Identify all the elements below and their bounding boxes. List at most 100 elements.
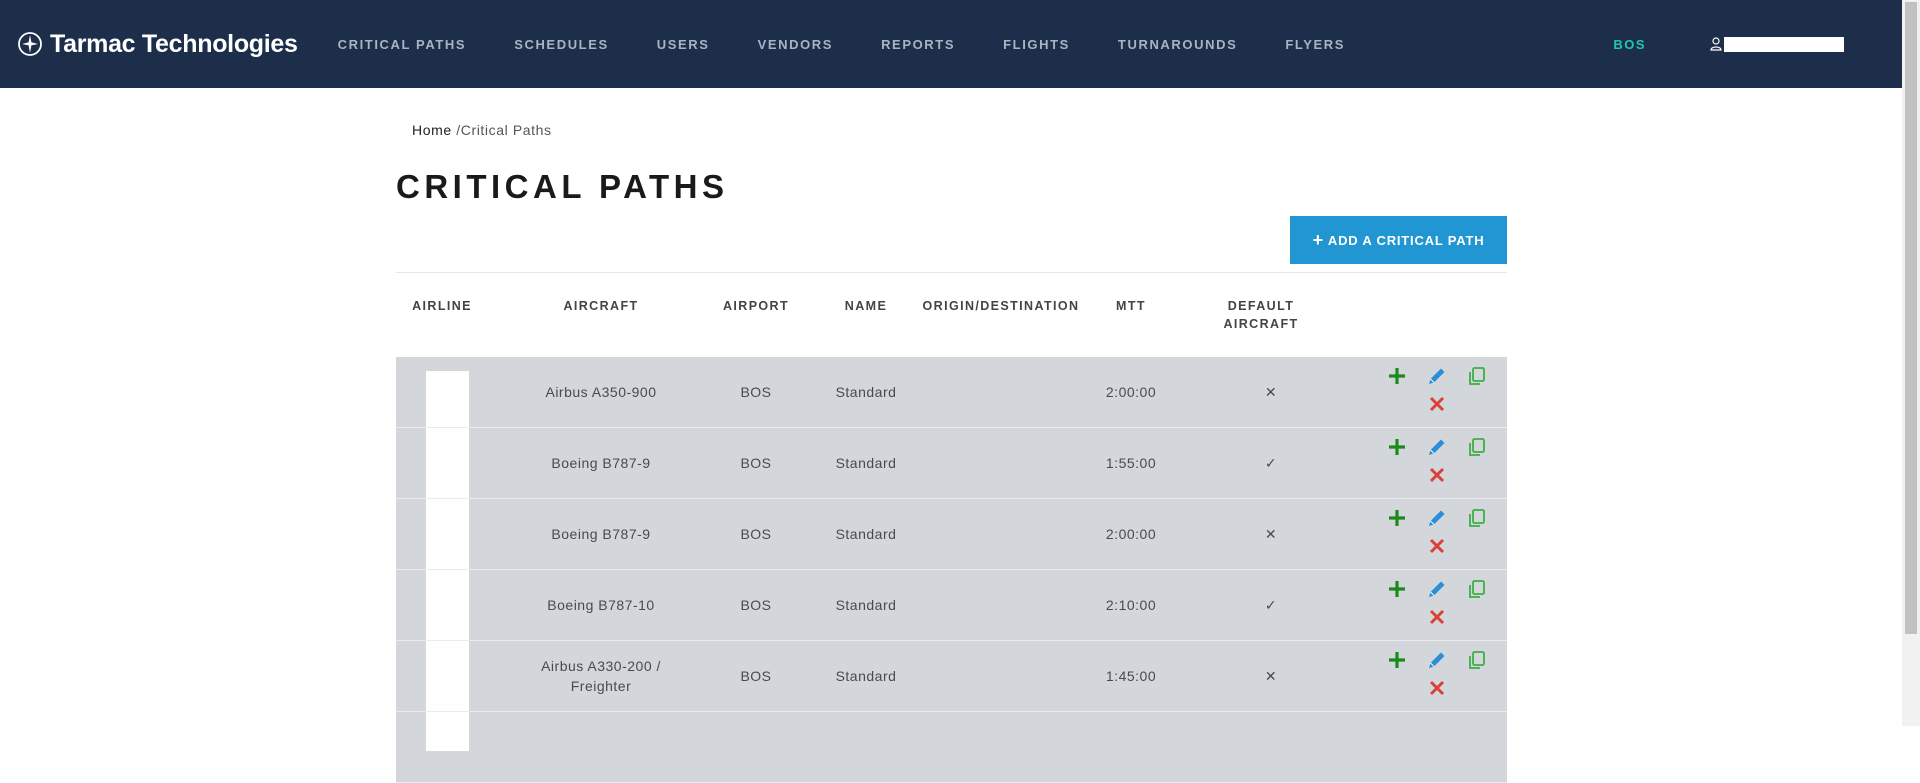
plus-icon	[1389, 581, 1405, 597]
delete-row-button[interactable]	[1426, 535, 1448, 557]
airport-selector[interactable]: BOS	[1613, 37, 1646, 52]
table-row: Airbus A350-900 BOS Standard 2:00:00 ✕	[396, 357, 1507, 428]
copy-row-button[interactable]	[1466, 365, 1488, 387]
cell-airport: BOS	[740, 526, 772, 542]
row-actions	[1386, 357, 1506, 427]
add-button-label: ADD A CRITICAL PATH	[1327, 232, 1485, 248]
edit-row-button[interactable]	[1426, 578, 1448, 600]
nav-links: CRITICAL PATHS SCHEDULES USERS VENDORS R…	[338, 37, 1393, 52]
header-mtt[interactable]: MTT	[1091, 297, 1171, 315]
cell-default-aircraft: ✓	[1264, 455, 1278, 471]
nav-users[interactable]: USERS	[657, 37, 710, 52]
nav-flyers[interactable]: FLYERS	[1285, 37, 1345, 52]
cell-default-aircraft: ✕	[1264, 384, 1278, 400]
header-default-aircraft[interactable]: DEFAULT AIRCRAFT	[1216, 297, 1306, 333]
copy-icon	[1469, 651, 1485, 669]
cell-origin-destination	[921, 641, 1081, 711]
header-airport[interactable]: AIRPORT	[716, 297, 796, 315]
add-critical-path-button[interactable]: + ADD A CRITICAL PATH	[1290, 216, 1507, 264]
add-row-button[interactable]	[1386, 436, 1408, 458]
edit-row-button[interactable]	[1426, 436, 1448, 458]
header-origin-destination[interactable]: ORIGIN/DESTINATION	[921, 297, 1081, 315]
cell-mtt: 1:55:00	[1105, 455, 1157, 471]
table-row: Boeing B787-9 BOS Standard 1:55:00 ✓	[396, 428, 1507, 499]
delete-row-button[interactable]	[1426, 464, 1448, 486]
row-actions	[1386, 570, 1506, 640]
cell-default-aircraft: ✓	[1264, 597, 1278, 613]
add-row-button[interactable]	[1386, 365, 1408, 387]
cell-aircraft: Airbus A330-200 / Freighter	[541, 658, 661, 694]
top-navbar: Tarmac Technologies CRITICAL PATHS SCHED…	[0, 0, 1902, 88]
header-airline[interactable]: AIRLINE	[412, 297, 472, 315]
row-actions	[1386, 428, 1506, 498]
plus-icon	[1389, 368, 1405, 384]
plus-icon	[1389, 652, 1405, 668]
breadcrumb: Home /Critical Paths	[412, 122, 552, 138]
close-icon	[1429, 467, 1445, 483]
header-default-line1: DEFAULT	[1227, 299, 1295, 313]
edit-row-button[interactable]	[1426, 649, 1448, 671]
cell-aircraft: Boeing B787-9	[551, 526, 651, 542]
row-actions	[1386, 641, 1506, 711]
copy-icon	[1469, 580, 1485, 598]
user-menu[interactable]	[1710, 36, 1844, 52]
copy-row-button[interactable]	[1466, 649, 1488, 671]
brand-logo[interactable]: Tarmac Technologies	[16, 30, 298, 59]
copy-icon	[1469, 367, 1485, 385]
breadcrumb-home[interactable]: Home	[412, 122, 452, 138]
row-actions	[1386, 499, 1506, 569]
cell-airport: BOS	[740, 384, 772, 400]
user-name-redacted[interactable]	[1724, 36, 1844, 52]
cell-airport: BOS	[740, 668, 772, 684]
copy-row-button[interactable]	[1466, 436, 1488, 458]
add-row-button[interactable]	[1386, 507, 1408, 529]
cell-name: Standard	[835, 526, 897, 542]
close-icon	[1429, 609, 1445, 625]
nav-schedules[interactable]: SCHEDULES	[514, 37, 609, 52]
delete-row-button[interactable]	[1426, 677, 1448, 699]
nav-critical-paths[interactable]: CRITICAL PATHS	[338, 37, 467, 52]
scrollbar-thumb[interactable]	[1905, 2, 1917, 634]
cell-airport: BOS	[740, 597, 772, 613]
delete-row-button[interactable]	[1426, 393, 1448, 415]
cell-aircraft: Boeing B787-9	[551, 455, 651, 471]
header-name[interactable]: NAME	[816, 297, 916, 315]
table-header: AIRLINE AIRCRAFT AIRPORT NAME ORIGIN/DES…	[396, 285, 1507, 357]
cell-name: Standard	[835, 455, 897, 471]
cell-default-aircraft: ✕	[1264, 668, 1278, 684]
page-title: CRITICAL PATHS	[396, 168, 729, 205]
pencil-icon	[1429, 581, 1445, 597]
table-row: Boeing B787-10 BOS Standard 2:10:00 ✓	[396, 570, 1507, 641]
cell-default-aircraft: ✕	[1264, 526, 1278, 542]
cell-origin-destination	[921, 357, 1081, 427]
cell-mtt: 2:10:00	[1105, 597, 1157, 613]
critical-paths-table: AIRLINE AIRCRAFT AIRPORT NAME ORIGIN/DES…	[396, 285, 1507, 783]
edit-row-button[interactable]	[1426, 365, 1448, 387]
header-aircraft[interactable]: AIRCRAFT	[526, 297, 676, 315]
pencil-icon	[1429, 510, 1445, 526]
plus-icon	[1389, 510, 1405, 526]
table-row: Airbus A330-200 / Freighter BOS Standard…	[396, 641, 1507, 712]
nav-vendors[interactable]: VENDORS	[758, 37, 834, 52]
page-scrollbar[interactable]	[1902, 0, 1920, 726]
nav-right: BOS	[1613, 0, 1844, 88]
delete-row-button[interactable]	[1426, 606, 1448, 628]
cell-origin-destination	[921, 499, 1081, 569]
edit-row-button[interactable]	[1426, 507, 1448, 529]
pencil-icon	[1429, 652, 1445, 668]
add-row-button[interactable]	[1386, 578, 1408, 600]
nav-turnarounds[interactable]: TURNAROUNDS	[1118, 37, 1237, 52]
cell-name: Standard	[835, 597, 897, 613]
cell-mtt: 2:00:00	[1105, 384, 1157, 400]
cell-origin-destination	[921, 428, 1081, 498]
nav-reports[interactable]: REPORTS	[881, 37, 955, 52]
cell-aircraft: Boeing B787-10	[547, 597, 655, 613]
breadcrumb-current: Critical Paths	[460, 122, 552, 138]
copy-row-button[interactable]	[1466, 578, 1488, 600]
add-row-button[interactable]	[1386, 649, 1408, 671]
cell-mtt: 2:00:00	[1105, 526, 1157, 542]
pencil-icon	[1429, 368, 1445, 384]
cell-name: Standard	[835, 384, 897, 400]
copy-row-button[interactable]	[1466, 507, 1488, 529]
nav-flights[interactable]: FLIGHTS	[1003, 37, 1070, 52]
